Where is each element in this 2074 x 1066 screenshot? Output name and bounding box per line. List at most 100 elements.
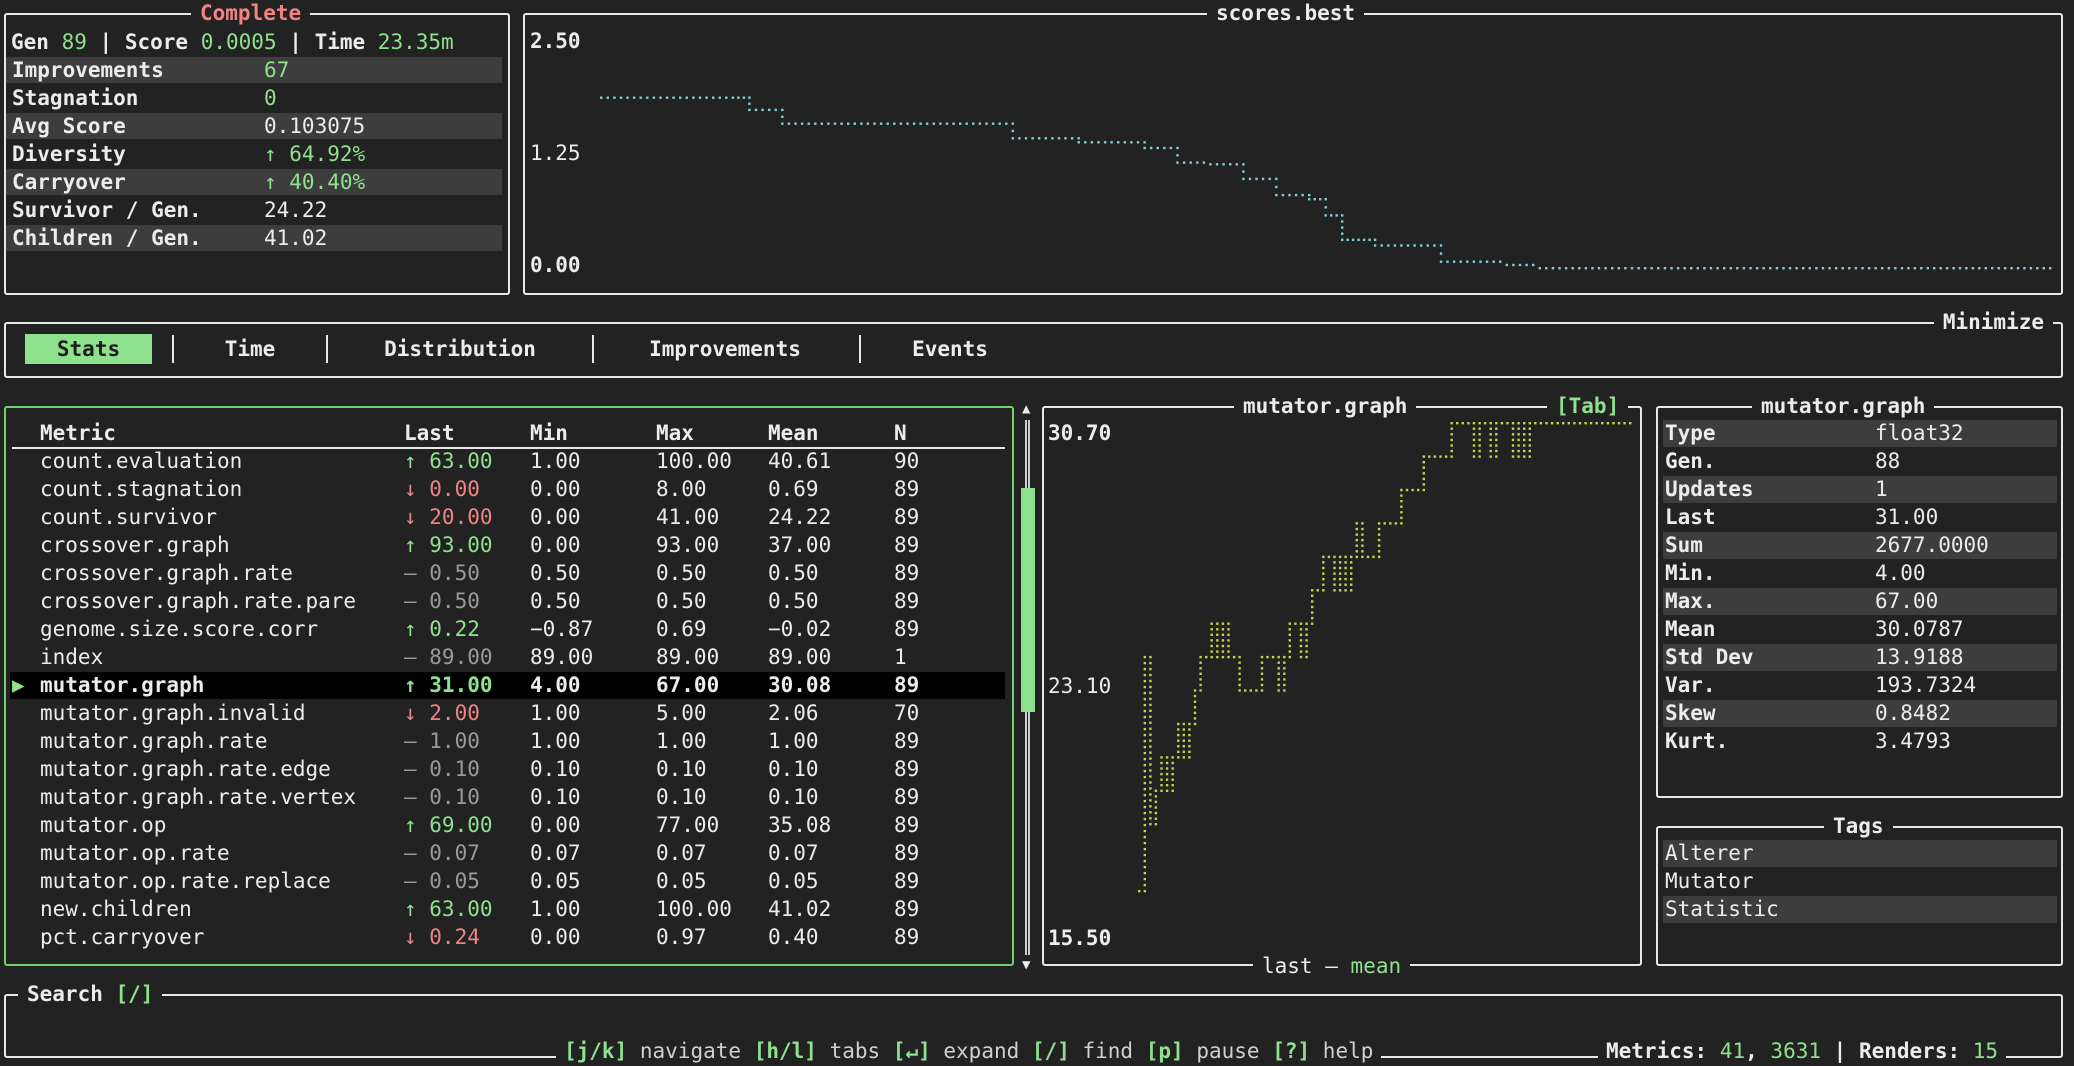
table-header-mean: Mean bbox=[768, 421, 819, 445]
metric-last-point bbox=[1182, 756, 1185, 759]
table-scrollbar[interactable]: ▲ ▼ bbox=[1020, 402, 1036, 974]
table-row[interactable]: mutator.graph.rate.edge – 0.10 0.10 0.10 0.1… bbox=[10, 756, 1005, 783]
best-score-point bbox=[1324, 206, 1327, 209]
summary-label: Carryover bbox=[12, 170, 126, 194]
best-score-point bbox=[1341, 232, 1344, 235]
metric-last-point bbox=[1629, 422, 1632, 425]
detail-value: 31.00 bbox=[1875, 505, 1939, 529]
cell-max: 67.00 bbox=[656, 673, 720, 697]
metric-last-point bbox=[1472, 444, 1476, 447]
table-row[interactable]: count.evaluation ↑ 63.00 1.00 100.00 40.61 90 bbox=[10, 448, 1005, 475]
metric-last-point bbox=[1478, 427, 1481, 430]
metric-last-point bbox=[1143, 673, 1146, 677]
tab-time[interactable]: Time bbox=[200, 334, 300, 364]
metric-last-point bbox=[1143, 829, 1146, 833]
table-row[interactable]: new.children ↑ 63.00 1.00 100.00 41.02 89 bbox=[10, 896, 1005, 923]
metric-last-point bbox=[1601, 422, 1604, 425]
best-score-point bbox=[1617, 267, 1620, 270]
tab-improvements[interactable]: Improvements bbox=[630, 334, 820, 364]
metric-last-point bbox=[1143, 691, 1146, 695]
metric-last-point bbox=[1606, 422, 1610, 425]
metric-last-point bbox=[1221, 639, 1225, 642]
metric-last-point bbox=[1143, 787, 1146, 791]
table-row[interactable]: crossover.graph ↑ 93.00 0.00 93.00 37.00 89 bbox=[10, 532, 1005, 559]
metric-last-point bbox=[1511, 438, 1515, 442]
table-row[interactable]: mutator.op ↑ 69.00 0.00 77.00 35.08 89 bbox=[10, 812, 1005, 839]
scroll-down-arrow[interactable]: ▼ bbox=[1022, 958, 1030, 972]
detail-label: Mean bbox=[1665, 617, 1716, 641]
best-score-point bbox=[1176, 154, 1179, 157]
metric-last-point bbox=[1143, 823, 1146, 827]
table-row[interactable]: mutator.graph.rate.vertex – 0.10 0.10 0.10 0… bbox=[10, 784, 1005, 811]
metric-last-point bbox=[1299, 639, 1303, 642]
gen-value: 89 bbox=[61, 30, 87, 54]
metric-last-point bbox=[1149, 733, 1152, 736]
scroll-up-arrow[interactable]: ▲ bbox=[1022, 402, 1030, 416]
tab-hint[interactable]: [Tab] bbox=[1547, 393, 1629, 419]
metric-last-point bbox=[1255, 689, 1258, 692]
table-row[interactable]: count.stagnation ↓ 0.00 0.00 8.00 0.69 89 bbox=[10, 476, 1005, 503]
table-row[interactable]: crossover.graph.rate – 0.50 0.50 0.50 0.50 89 bbox=[10, 560, 1005, 587]
cell-n: 89 bbox=[894, 561, 920, 585]
metric-last-point bbox=[1478, 449, 1481, 453]
metric-last-point bbox=[1495, 427, 1498, 430]
tab-stats[interactable]: Stats bbox=[25, 334, 152, 364]
best-score-point bbox=[1676, 267, 1680, 270]
metric-last-point bbox=[1149, 805, 1152, 808]
table-row[interactable]: mutator.graph.rate – 1.00 1.00 1.00 1.00 89 bbox=[10, 728, 1005, 755]
table-row[interactable]: mutator.op.rate.replace – 0.05 0.05 0.05 0.0… bbox=[10, 868, 1005, 895]
metric-last-point bbox=[1361, 527, 1364, 531]
table-row[interactable]: index – 89.00 89.00 89.00 89.00 1 bbox=[10, 644, 1005, 671]
cell-max: 41.00 bbox=[656, 505, 720, 529]
best-score-point bbox=[1330, 214, 1333, 217]
metric-last-point bbox=[1495, 433, 1498, 436]
metric-last-point bbox=[1210, 628, 1213, 631]
table-row[interactable]: mutator.op.rate – 0.07 0.07 0.07 0.07 89 bbox=[10, 840, 1005, 867]
best-score-point bbox=[632, 96, 636, 99]
table-row[interactable]: mutator.graph.invalid ↓ 2.00 1.00 5.00 2.06 7… bbox=[10, 700, 1005, 727]
metric-last-point bbox=[1523, 427, 1526, 430]
cell-min: 1.00 bbox=[530, 729, 581, 753]
metric-last-point bbox=[1411, 488, 1414, 492]
tab-distribution[interactable]: Distribution bbox=[360, 334, 560, 364]
best-score-point bbox=[1235, 163, 1238, 166]
metric-last-point bbox=[1288, 628, 1291, 631]
best-score-point bbox=[1624, 267, 1627, 270]
metric-last-point bbox=[1344, 555, 1347, 559]
metric-last-point bbox=[1333, 583, 1336, 586]
cell-last: – 0.07 bbox=[404, 841, 480, 865]
table-row[interactable]: pct.carryover ↓ 0.24 0.00 0.97 0.40 89 bbox=[10, 924, 1005, 951]
cell-n: 1 bbox=[894, 645, 907, 669]
metric-last-point bbox=[1188, 722, 1191, 726]
detail-row: Gen. 88 bbox=[1663, 448, 2057, 475]
best-score-point bbox=[725, 96, 728, 99]
best-score-point bbox=[1874, 267, 1877, 270]
metric-last-point bbox=[1444, 455, 1448, 458]
metric-last-point bbox=[1143, 661, 1146, 665]
metric-last-point bbox=[1260, 689, 1264, 692]
best-score-point bbox=[1604, 267, 1607, 270]
table-row[interactable]: count.survivor ↓ 20.00 0.00 41.00 24.22 89 bbox=[10, 504, 1005, 531]
cell-max: 100.00 bbox=[656, 897, 732, 921]
time-value: 23.35m bbox=[377, 30, 454, 54]
table-row[interactable]: genome.size.score.corr ↑ 0.22 −0.87 0.69 −0.… bbox=[10, 616, 1005, 643]
table-row[interactable]: ▶ mutator.graph ↑ 31.00 4.00 67.00 30.08 89 bbox=[10, 672, 1005, 699]
metric-last-point bbox=[1149, 721, 1152, 724]
metric-last-point bbox=[1193, 694, 1197, 698]
best-score-point bbox=[639, 96, 642, 99]
summary-value: ↑ 40.40% bbox=[264, 170, 366, 194]
metric-last-point bbox=[1238, 672, 1241, 675]
metric-last-point bbox=[1149, 667, 1152, 671]
metric-last-point bbox=[1143, 739, 1146, 743]
table-row[interactable]: crossover.graph.rate.pare – 0.50 0.50 0.50 0… bbox=[10, 588, 1005, 615]
metric-last-point bbox=[1350, 572, 1353, 575]
metric-last-point bbox=[1154, 795, 1158, 798]
best-score-point bbox=[1031, 137, 1034, 140]
metric-last-point bbox=[1322, 566, 1325, 570]
scroll-thumb[interactable] bbox=[1021, 488, 1035, 713]
metric-last-point bbox=[1506, 422, 1509, 425]
metric-last-point bbox=[1143, 745, 1146, 749]
best-score-point bbox=[1351, 238, 1355, 241]
tab-events[interactable]: Events bbox=[895, 334, 1005, 364]
metric-last-point bbox=[1299, 650, 1303, 653]
